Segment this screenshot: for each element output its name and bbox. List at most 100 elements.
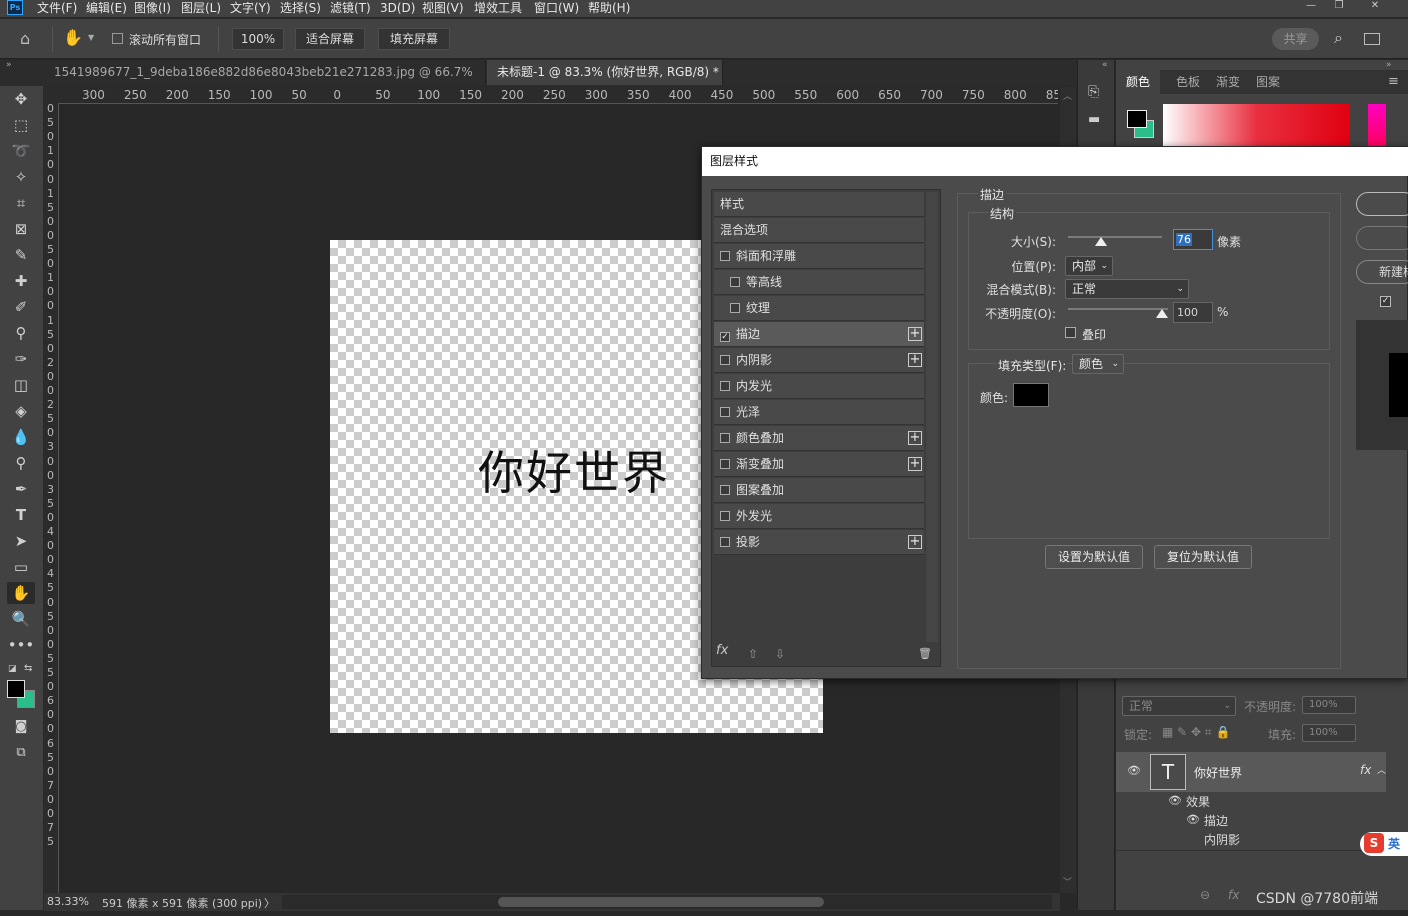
collapse-icon[interactable]: » — [1386, 60, 1392, 70]
fx-menu-icon[interactable]: fx — [716, 643, 728, 658]
style-item[interactable]: 光泽 — [714, 400, 924, 425]
horizontal-scrollbar[interactable] — [282, 895, 1052, 909]
scroll-all-checkbox[interactable] — [112, 33, 123, 44]
menu-type[interactable]: 文字(Y) — [230, 0, 271, 17]
menu-plugins[interactable]: 增效工具 — [474, 0, 522, 17]
style-item[interactable]: 斜面和浮雕 — [714, 244, 924, 269]
frame-tool-icon[interactable]: ⊠ — [7, 218, 35, 240]
layer-blend-mode-select[interactable]: 正常 ⌄ — [1122, 696, 1236, 716]
layer-fx-icon[interactable]: fx — [1360, 763, 1371, 777]
tab-patterns[interactable]: 图案 — [1246, 70, 1290, 94]
pen-tool-icon[interactable]: ✒ — [7, 478, 35, 500]
style-item[interactable]: 颜色叠加 + — [714, 426, 924, 451]
style-checkbox[interactable] — [720, 251, 730, 261]
fill-screen-button[interactable]: 填充屏幕 — [378, 28, 450, 50]
reset-default-button[interactable]: 复位为默认值 — [1154, 545, 1252, 569]
menu-file[interactable]: 文件(F) — [37, 0, 77, 17]
fit-screen-button[interactable]: 适合屏幕 — [295, 28, 365, 50]
eraser-tool-icon[interactable]: ◫ — [7, 374, 35, 396]
more-tools-icon[interactable]: ••• — [7, 634, 35, 656]
blend-mode-select[interactable]: 正常 ⌄ — [1065, 279, 1189, 299]
menu-filter[interactable]: 滤镜(T) — [330, 0, 371, 17]
tab-document-untitled[interactable]: 未标题-1 @ 83.3% (你好世界, RGB/8) * × — [487, 60, 723, 103]
history-icon[interactable]: ⎘ — [1088, 84, 1099, 100]
move-down-icon[interactable]: ⇩ — [775, 647, 785, 661]
status-menu-arrow[interactable]: 〉 — [264, 895, 275, 911]
hand-tool-icon[interactable]: ✋ — [7, 582, 35, 604]
style-checkbox[interactable] — [720, 355, 730, 365]
style-checkbox[interactable] — [720, 433, 730, 443]
chevron-up-icon[interactable]: ︿ — [1377, 763, 1386, 776]
style-item[interactable]: 图案叠加 — [714, 478, 924, 503]
fill-field[interactable]: 100% — [1302, 724, 1356, 742]
menu-edit[interactable]: 编辑(E) — [86, 0, 127, 17]
style-item[interactable]: 纹理 — [714, 296, 924, 321]
hand-tool-icon[interactable]: ✋ — [63, 28, 83, 47]
layer-row-text[interactable]: 👁 T 你好世界 fx ︿ — [1116, 752, 1386, 792]
close-button[interactable]: ✕ — [1364, 0, 1386, 12]
style-checkbox[interactable] — [720, 381, 730, 391]
history-brush-icon[interactable]: ✑ — [7, 348, 35, 370]
style-checkbox[interactable]: ✓ — [720, 332, 730, 342]
collapse-icon[interactable]: « — [1102, 60, 1108, 70]
stroke-eye-icon[interactable]: 👁 — [1186, 813, 1200, 826]
foreground-color-swatch[interactable] — [7, 680, 25, 698]
rectangle-tool-icon[interactable]: ▭ — [7, 556, 35, 578]
position-select[interactable]: 内部 ⌄ — [1065, 256, 1113, 276]
style-checkbox[interactable] — [720, 485, 730, 495]
lasso-tool-icon[interactable]: ➰ — [7, 140, 35, 162]
collapse-icon[interactable]: » — [6, 60, 12, 70]
tab-gradients[interactable]: 渐变 — [1206, 70, 1250, 94]
style-item[interactable]: ✓ 描边 + — [714, 322, 924, 347]
effects-eye-icon[interactable]: 👁 — [1168, 794, 1182, 807]
visibility-eye-icon[interactable]: 👁 — [1127, 764, 1141, 777]
panel-menu-icon[interactable]: ≡ — [1388, 74, 1399, 89]
scroll-down-icon[interactable]: ﹀ — [1063, 875, 1072, 888]
menu-select[interactable]: 选择(S) — [280, 0, 321, 17]
paint-bucket-icon[interactable]: ◈ — [7, 400, 35, 422]
quick-mask-icon[interactable]: ◙ — [7, 716, 35, 738]
style-item[interactable]: 内阴影 + — [714, 348, 924, 373]
style-checkbox[interactable] — [720, 407, 730, 417]
menu-help[interactable]: 帮助(H) — [588, 0, 630, 17]
size-input[interactable]: 76 — [1173, 229, 1213, 250]
search-icon[interactable]: ⌕ — [1334, 28, 1343, 48]
add-effect-icon[interactable]: + — [908, 431, 922, 445]
layer-opacity-field[interactable]: 100% — [1302, 696, 1356, 714]
style-checkbox[interactable] — [720, 459, 730, 469]
link-layers-icon[interactable]: ⊖ — [1200, 888, 1210, 902]
style-item[interactable]: 混合选项 — [714, 218, 924, 243]
add-effect-icon[interactable]: + — [908, 353, 922, 367]
style-checkbox[interactable] — [720, 511, 730, 521]
comment-icon[interactable]: ▬ — [1088, 112, 1100, 127]
size-slider-thumb[interactable] — [1094, 237, 1107, 246]
hue-slider[interactable] — [1368, 104, 1386, 146]
style-item[interactable]: 等高线 — [714, 270, 924, 295]
set-default-button[interactable]: 设置为默认值 — [1045, 545, 1143, 569]
add-effect-icon[interactable]: + — [908, 535, 922, 549]
panel-fg-color-swatch[interactable] — [1127, 110, 1147, 128]
opacity-input[interactable]: 100 — [1173, 302, 1213, 323]
crop-tool-icon[interactable]: ⌗ — [7, 192, 35, 214]
fill-type-select[interactable]: 颜色 ⌄ — [1072, 354, 1124, 374]
add-effect-icon[interactable]: + — [908, 327, 922, 341]
type-tool-icon[interactable]: T — [7, 504, 35, 526]
restore-button[interactable]: ❐ — [1328, 0, 1350, 12]
menu-image[interactable]: 图像(I) — [134, 0, 171, 17]
stroke-color-swatch[interactable] — [1013, 383, 1049, 407]
menu-window[interactable]: 窗口(W) — [534, 0, 579, 17]
opacity-slider-thumb[interactable] — [1156, 309, 1168, 318]
clone-stamp-icon[interactable]: ⚲ — [7, 322, 35, 344]
zoom-level[interactable]: 83.33% — [47, 895, 89, 908]
color-spectrum[interactable] — [1163, 104, 1350, 146]
menu-layer[interactable]: 图层(L) — [181, 0, 221, 17]
zoom-tool-icon[interactable]: 🔍 — [7, 608, 35, 630]
lock-icons[interactable]: ▦ ✎ ✥ ⌗ 🔒 — [1162, 725, 1230, 740]
ok-button[interactable] — [1356, 192, 1408, 216]
marquee-tool-icon[interactable]: ⬚ — [7, 114, 35, 136]
healing-brush-icon[interactable]: ✚ — [7, 270, 35, 292]
swap-colors-icon[interactable]: ⇆ — [24, 663, 32, 674]
style-checkbox[interactable] — [720, 537, 730, 547]
style-item[interactable]: 投影 + — [714, 530, 924, 555]
style-list-scrollbar[interactable] — [926, 192, 938, 642]
